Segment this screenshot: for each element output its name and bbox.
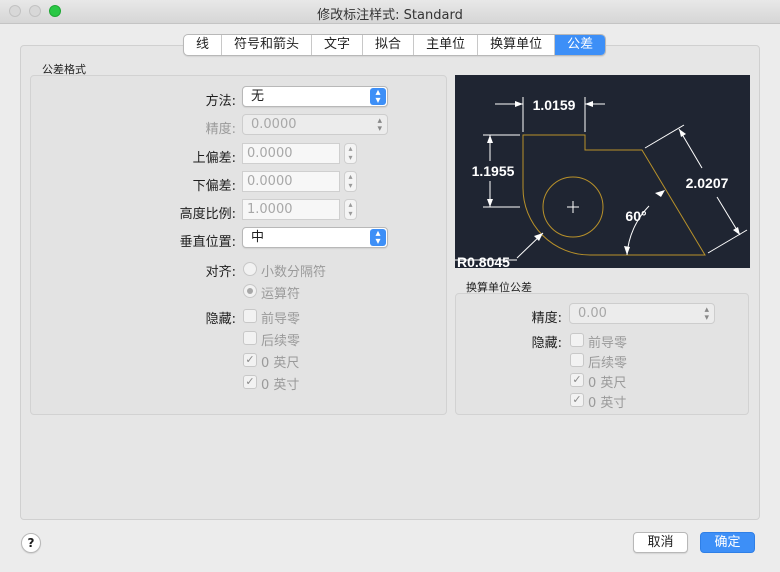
chevron-updown-icon: ▴ ▾ xyxy=(377,116,382,134)
extension-line xyxy=(707,229,748,254)
upper-deviation-stepper[interactable]: ▴ ▾ xyxy=(344,143,357,164)
checkmark-icon: ✓ xyxy=(245,353,255,366)
tab-lines[interactable]: 线 xyxy=(184,35,223,55)
window-title: 修改标注样式: Standard xyxy=(317,8,463,23)
precision-select[interactable]: 0.0000 ▴ ▾ xyxy=(242,114,388,135)
suppress-trailing-checkbox[interactable] xyxy=(243,331,257,345)
alt-precision-label: 精度: xyxy=(531,311,562,326)
precision-label: 精度: xyxy=(205,122,236,137)
method-value: 无 xyxy=(251,89,265,104)
tab-alternate-units[interactable]: 换算单位 xyxy=(478,35,556,55)
suppress-label: 隐藏: xyxy=(205,312,236,327)
alt-precision-select[interactable]: 0.00 ▴ ▾ xyxy=(569,303,715,324)
dim-angle-text: 60° xyxy=(625,208,646,224)
arrowhead xyxy=(655,190,665,197)
title-bar: 修改标注样式: Standard xyxy=(0,0,780,24)
lower-deviation-stepper[interactable]: ▴ ▾ xyxy=(344,171,357,192)
suppress-inches-label: 0 英寸 xyxy=(261,378,300,393)
suppress-leading-checkbox[interactable] xyxy=(243,309,257,323)
alt-suppress-feet-checkbox[interactable]: ✓ xyxy=(570,373,584,387)
checkmark-icon: ✓ xyxy=(245,375,255,388)
alt-suppress-inches-checkbox[interactable]: ✓ xyxy=(570,393,584,407)
arrowhead xyxy=(487,199,493,207)
chevron-updown-icon: ▴ ▾ xyxy=(704,305,709,323)
ok-button[interactable]: 确定 xyxy=(700,532,755,553)
preview-drawing: 1.0159 1.1955 2.0207 60° R0.8045 xyxy=(455,97,748,270)
method-select[interactable]: 无 ▴ ▾ xyxy=(242,86,388,107)
dimension-preview: 1.0159 1.1955 2.0207 60° R0.8045 xyxy=(455,75,750,270)
alt-suppress-leading-checkbox[interactable] xyxy=(570,333,584,347)
align-operator-label: 运算符 xyxy=(261,287,301,302)
cancel-button[interactable]: 取消 xyxy=(633,532,688,553)
align-decimal-label: 小数分隔符 xyxy=(261,265,327,280)
upper-deviation-input[interactable]: 0.0000 xyxy=(242,143,340,164)
method-label: 方法: xyxy=(205,94,236,109)
part-outline xyxy=(522,134,706,256)
tab-primary-units[interactable]: 主单位 xyxy=(414,35,479,55)
dim-right-text: 2.0207 xyxy=(686,175,729,191)
vertical-position-select[interactable]: 中 ▴ ▾ xyxy=(242,227,388,248)
arrowhead xyxy=(624,246,630,255)
tab-tolerances[interactable]: 公差 xyxy=(555,35,606,55)
tab-symbols-arrows[interactable]: 符号和箭头 xyxy=(222,35,313,55)
alt-suppress-leading-label: 前导零 xyxy=(588,336,628,351)
align-operator-radio[interactable] xyxy=(243,284,257,298)
upper-deviation-label: 上偏差: xyxy=(192,151,236,166)
arrowhead xyxy=(487,135,493,143)
help-button[interactable]: ? xyxy=(21,533,41,553)
suppress-leading-label: 前导零 xyxy=(261,312,301,327)
arrowhead xyxy=(585,101,593,107)
tab-bar: 线 符号和箭头 文字 拟合 主单位 换算单位 公差 xyxy=(183,34,607,56)
suppress-inches-checkbox[interactable]: ✓ xyxy=(243,375,257,389)
arrowhead xyxy=(733,227,740,235)
alt-precision-value: 0.00 xyxy=(578,306,607,321)
dim-left-text: 1.1955 xyxy=(472,163,515,179)
height-scale-stepper[interactable]: ▴ ▾ xyxy=(344,199,357,220)
dim-top-text: 1.0159 xyxy=(533,97,576,113)
vertical-position-label: 垂直位置: xyxy=(179,235,236,250)
height-scale-input[interactable]: 1.0000 xyxy=(242,199,340,220)
chevron-updown-icon: ▴ ▾ xyxy=(370,88,386,106)
dim-radius-text: R0.8045 xyxy=(457,254,510,268)
arrowhead xyxy=(679,129,686,137)
tab-text[interactable]: 文字 xyxy=(312,35,364,55)
lower-deviation-input[interactable]: 0.0000 xyxy=(242,171,340,192)
lower-deviation-label: 下偏差: xyxy=(192,179,236,194)
suppress-feet-checkbox[interactable]: ✓ xyxy=(243,353,257,367)
vertical-position-value: 中 xyxy=(251,230,265,245)
arrowhead xyxy=(515,101,523,107)
alt-suppress-inches-label: 0 英寸 xyxy=(588,396,627,411)
precision-value: 0.0000 xyxy=(251,117,297,132)
extension-line xyxy=(644,124,685,149)
alt-suppress-trailing-label: 后续零 xyxy=(588,356,628,371)
suppress-feet-label: 0 英尺 xyxy=(261,356,300,371)
alignment-label: 对齐: xyxy=(205,265,236,280)
height-scale-label: 高度比例: xyxy=(179,207,236,222)
alt-suppress-feet-label: 0 英尺 xyxy=(588,376,627,391)
chevron-updown-icon: ▴ ▾ xyxy=(370,229,386,247)
alt-suppress-trailing-checkbox[interactable] xyxy=(570,353,584,367)
checkmark-icon: ✓ xyxy=(572,393,582,406)
checkmark-icon: ✓ xyxy=(572,373,582,386)
alt-suppress-label: 隐藏: xyxy=(531,336,562,351)
tab-fit[interactable]: 拟合 xyxy=(363,35,415,55)
align-decimal-radio[interactable] xyxy=(243,262,257,276)
suppress-trailing-label: 后续零 xyxy=(261,334,301,349)
